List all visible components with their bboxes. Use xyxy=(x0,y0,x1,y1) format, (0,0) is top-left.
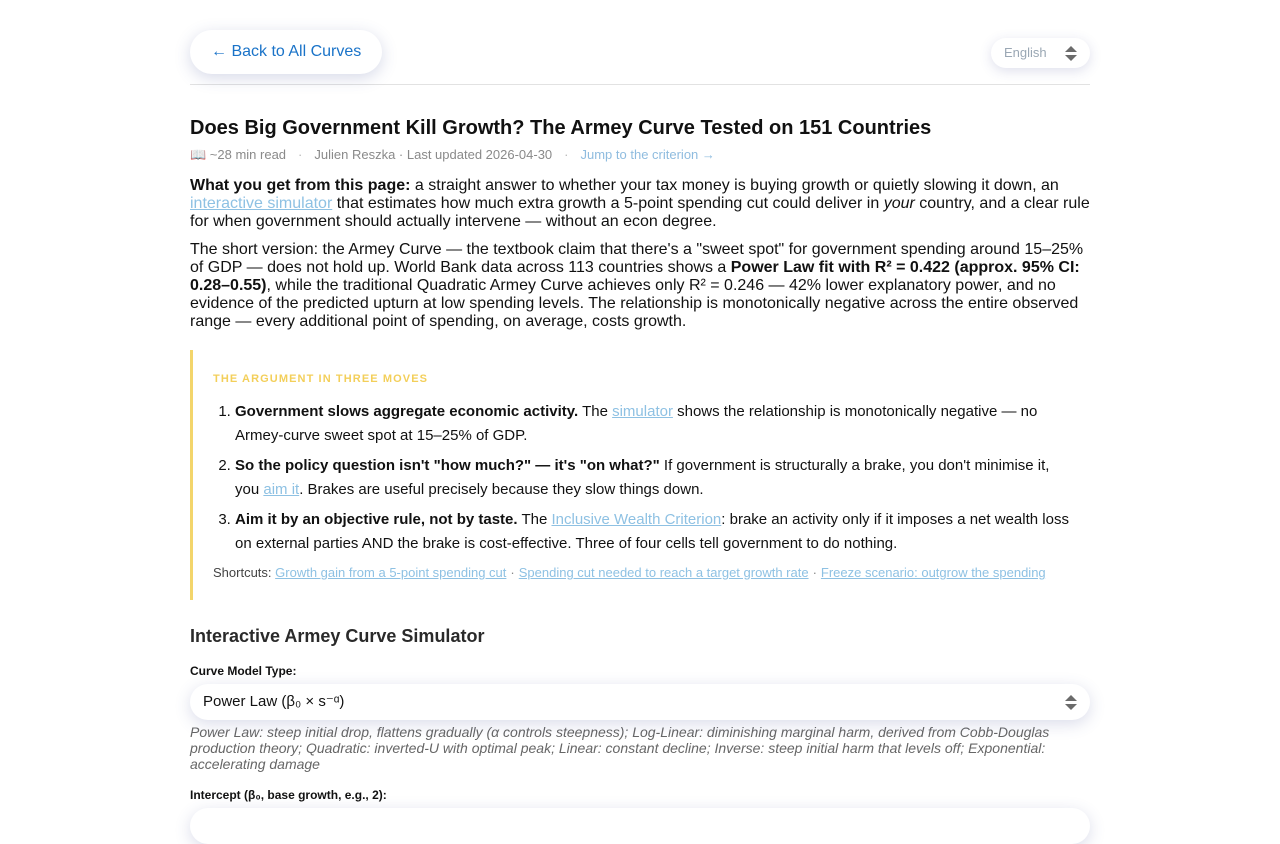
move-heading: Aim it by an objective rule, not by tast… xyxy=(235,511,518,528)
language-select[interactable]: English xyxy=(991,38,1090,68)
curve-model-label: Curve Model Type: xyxy=(190,664,297,678)
select-arrows-icon xyxy=(1065,46,1077,61)
language-value: English xyxy=(1004,45,1047,60)
page: ← Back to All Curves English Does Big Go… xyxy=(190,0,1090,844)
page-title: Does Big Government Kill Growth? The Arm… xyxy=(190,117,932,139)
top-bar: ← Back to All Curves English xyxy=(190,30,1090,85)
curve-model-hint: Power Law: steep initial drop, flattens … xyxy=(190,724,1050,772)
shortcuts: Shortcuts: Growth gain from a 5-point sp… xyxy=(213,562,1070,583)
curve-model-select[interactable]: Power Law (β₀ × s⁻ᵅ) xyxy=(190,684,1090,720)
argument-move-3: Aim it by an objective rule, not by tast… xyxy=(235,508,1070,556)
summary-paragraph: The short version: the Armey Curve — the… xyxy=(190,241,1090,331)
shortcut-separator: · xyxy=(510,565,515,580)
move-text: The xyxy=(578,403,613,420)
back-to-all-curves-button[interactable]: ← Back to All Curves xyxy=(190,30,383,74)
intro-paragraph: What you get from this page: a straight … xyxy=(190,177,1090,231)
shortcut-freeze-scenario-link[interactable]: Freeze scenario: outgrow the spending xyxy=(821,565,1046,580)
move-heading: Government slows aggregate economic acti… xyxy=(235,403,579,420)
move-text: The xyxy=(517,511,552,528)
intro-text: a straight answer to whether your tax mo… xyxy=(410,177,1059,194)
article-meta: 📖 ~28 min read · Julien Reszka · Last up… xyxy=(190,147,1090,163)
jump-to-criterion-link[interactable]: Jump to the criterion → xyxy=(581,147,715,163)
move-heading: So the policy question isn't "how much?"… xyxy=(235,457,660,474)
interactive-simulator-link[interactable]: interactive simulator xyxy=(190,195,332,212)
simulator-link[interactable]: simulator xyxy=(612,403,673,420)
argument-move-2: So the policy question isn't "how much?"… xyxy=(235,454,1070,502)
author-updated: Julien Reszka · Last updated 2026-04-30 xyxy=(314,147,553,162)
argument-title: THE ARGUMENT IN THREE MOVES xyxy=(213,373,429,385)
aim-it-link[interactable]: aim it xyxy=(263,481,299,498)
meta-separator: · xyxy=(564,147,569,162)
inclusive-wealth-criterion-link[interactable]: Inclusive Wealth Criterion xyxy=(551,511,721,528)
shortcut-separator: · xyxy=(812,565,817,580)
back-button-label: ← Back to All Curves xyxy=(211,43,362,60)
shortcut-growth-gain-link[interactable]: Growth gain from a 5-point spending cut xyxy=(275,565,506,580)
simulator-heading: Interactive Armey Curve Simulator xyxy=(190,626,485,646)
shortcuts-label: Shortcuts: xyxy=(213,565,272,580)
argument-move-1: Government slows aggregate economic acti… xyxy=(235,400,1070,448)
curve-model-value: Power Law (β₀ × s⁻ᵅ) xyxy=(203,693,345,710)
intro-lead: What you get from this page: xyxy=(190,177,411,194)
summary-text: , while the traditional Quadratic Armey … xyxy=(190,277,1079,330)
intro-emphasis: your xyxy=(883,195,915,212)
argument-callout: THE ARGUMENT IN THREE MOVES Government s… xyxy=(190,350,1090,600)
intro-text: that estimates how much extra growth a 5… xyxy=(332,195,884,212)
intercept-input[interactable] xyxy=(190,808,1090,844)
shortcut-spending-cut-link[interactable]: Spending cut needed to reach a target gr… xyxy=(519,565,809,580)
argument-list: Government slows aggregate economic acti… xyxy=(213,400,1070,556)
move-text: . Brakes are useful precisely because th… xyxy=(299,481,704,498)
select-arrows-icon xyxy=(1065,695,1077,710)
read-time: 📖 ~28 min read xyxy=(190,147,287,162)
meta-separator: · xyxy=(298,147,303,162)
